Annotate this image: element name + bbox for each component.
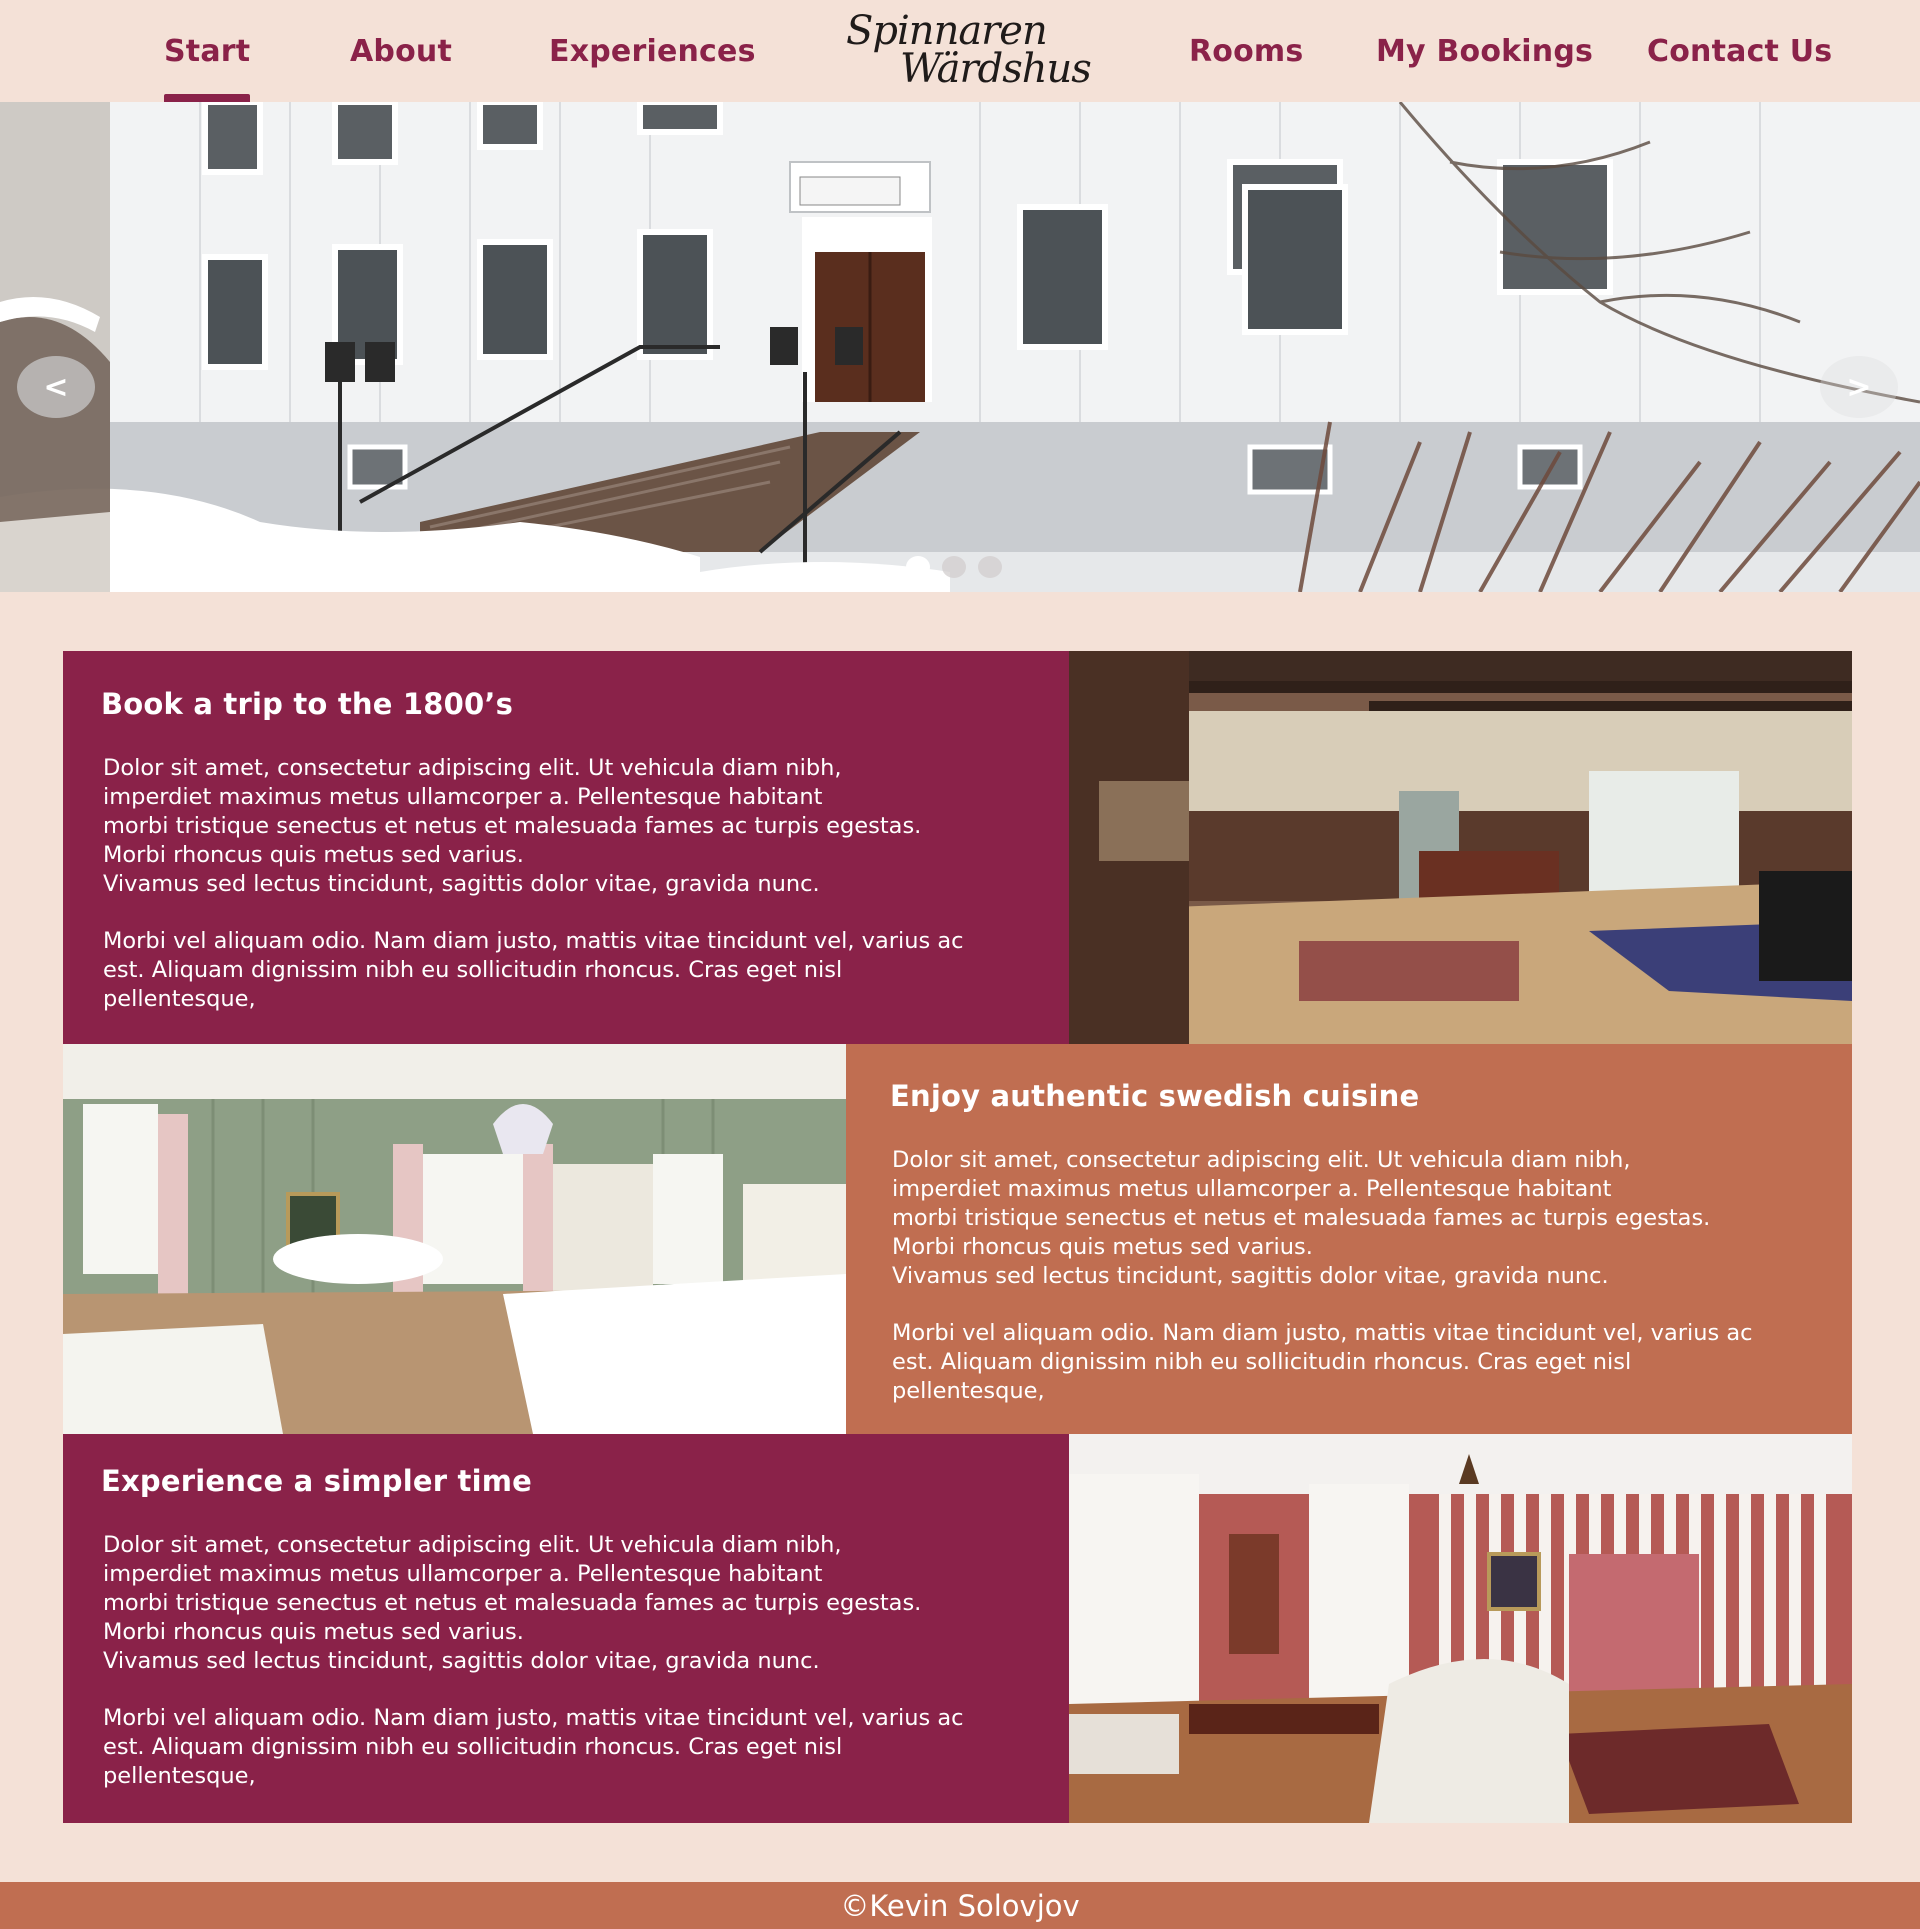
logo-line-2: Wärdshus <box>900 46 1092 92</box>
photo-dining-room <box>63 1044 846 1434</box>
nav-link-experiences[interactable]: Experiences <box>549 34 756 102</box>
nav-link-rooms[interactable]: Rooms <box>1189 34 1303 102</box>
photo-lounge <box>1069 1434 1852 1823</box>
section-title: Enjoy authentic swedish cuisine <box>890 1079 1420 1113</box>
site-footer: ©Kevin Solovjov <box>0 1882 1920 1929</box>
section-paragraph-2: Morbi vel aliquam odio. Nam diam justo, … <box>103 928 964 1012</box>
chevron-right-icon: > <box>1846 369 1872 405</box>
section-title: Book a trip to the 1800’s <box>101 687 514 721</box>
carousel-dot-2[interactable] <box>942 556 966 578</box>
carousel-indicators <box>906 556 1002 578</box>
nav-link-contact-us[interactable]: Contact Us <box>1647 34 1832 102</box>
section-paragraph-1: Dolor sit amet, consectetur adipiscing e… <box>892 1147 1711 1289</box>
section-paragraph-2: Morbi vel aliquam odio. Nam diam justo, … <box>892 1320 1753 1404</box>
section-title: Experience a simpler time <box>101 1464 532 1498</box>
section-simpler-time: Experience a simpler time Dolor sit amet… <box>63 1434 1069 1823</box>
section-paragraph-2: Morbi vel aliquam odio. Nam diam justo, … <box>103 1705 964 1789</box>
hero-carousel: < > <box>0 102 1920 592</box>
section-paragraph-1: Dolor sit amet, consectetur adipiscing e… <box>103 755 922 897</box>
section-swedish-cuisine: Enjoy authentic swedish cuisine Dolor si… <box>846 1044 1852 1434</box>
carousel-dot-3[interactable] <box>978 556 1002 578</box>
main-navigation: Start About Experiences Spinnaren Wärdsh… <box>0 0 1920 102</box>
nav-link-about[interactable]: About <box>350 34 452 102</box>
carousel-next-button[interactable]: > <box>1820 356 1898 418</box>
nav-link-start[interactable]: Start <box>164 34 251 102</box>
site-logo[interactable]: Spinnaren Wärdshus <box>840 6 1092 92</box>
chevron-left-icon: < <box>43 369 69 405</box>
photo-reception-hall <box>1069 651 1852 1044</box>
section-book-trip: Book a trip to the 1800’s Dolor sit amet… <box>63 651 1069 1044</box>
carousel-prev-button[interactable]: < <box>17 356 95 418</box>
nav-link-my-bookings[interactable]: My Bookings <box>1376 34 1593 102</box>
carousel-dot-1[interactable] <box>906 556 930 578</box>
footer-copyright: ©Kevin Solovjov <box>840 1888 1080 1923</box>
section-paragraph-1: Dolor sit amet, consectetur adipiscing e… <box>103 1532 922 1674</box>
hero-image-inn-facade <box>0 102 1920 592</box>
